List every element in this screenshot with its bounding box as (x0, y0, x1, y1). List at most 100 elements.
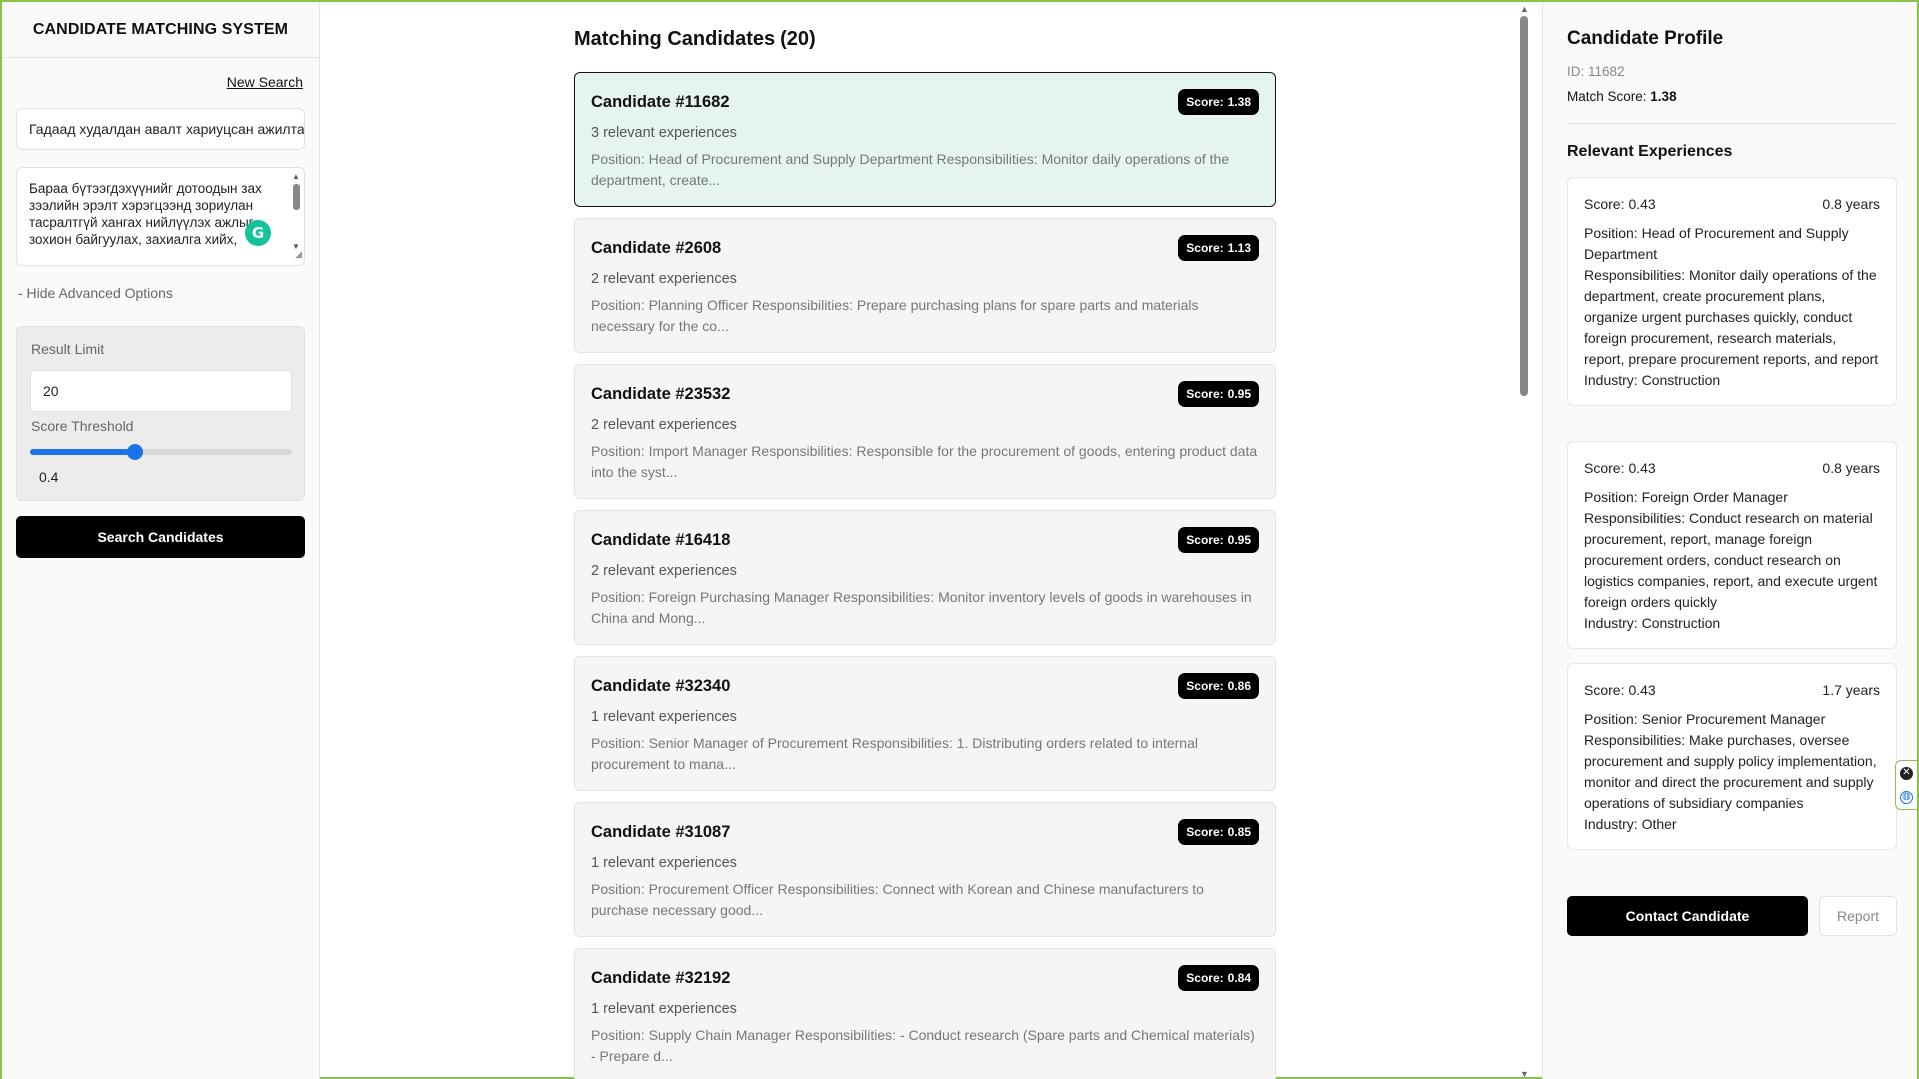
score-badge-label: Score: (1186, 971, 1224, 985)
score-badge-label: Score: (1186, 241, 1224, 255)
search-candidates-button[interactable]: Search Candidates (16, 516, 305, 558)
score-badge-value: 1.38 (1227, 95, 1251, 109)
score-badge-value: 0.85 (1227, 825, 1251, 839)
score-threshold-slider[interactable] (30, 444, 292, 460)
candidate-name: Candidate #2608 (591, 239, 722, 257)
experience-score-label: Score: (1584, 460, 1625, 476)
experience-position: Position: Senior Procurement Manager (1584, 711, 1826, 727)
match-score-label: Match Score: (1567, 89, 1647, 104)
experience-position: Position: Head of Procurement and Supply… (1584, 225, 1849, 262)
result-limit-input[interactable]: 20 (30, 370, 292, 412)
score-threshold-value: 0.4 (39, 469, 59, 485)
sidebar: CANDIDATE MATCHING SYSTEM New Search Гад… (2, 2, 320, 1079)
candidate-description: Position: Planning Officer Responsibilit… (591, 297, 1199, 334)
scroll-thumb[interactable] (1520, 16, 1528, 396)
relevant-experiences-count: 1 relevant experiences (591, 709, 737, 725)
candidate-list-area: Matching Candidates (20) Candidate #11682… (321, 2, 1531, 1079)
scroll-up-icon[interactable]: ▲ (292, 172, 300, 182)
candidate-name: Candidate #11682 (591, 93, 730, 111)
globe-icon[interactable]: ◍ (1900, 790, 1913, 804)
experience-score: Score: 0.43 (1584, 194, 1656, 215)
relevant-experiences-count: 3 relevant experiences (591, 125, 737, 141)
experience-score-value: 0.43 (1628, 682, 1656, 698)
candidate-name: Candidate #23532 (591, 385, 731, 403)
experience-card: Score: 0.43 0.8 years Position: Foreign Ord… (1567, 441, 1897, 649)
candidate-profile-panel: Candidate Profile ID: 11682 Match Score:… (1542, 2, 1917, 1079)
score-badge-label: Score: (1186, 533, 1224, 547)
candidate-name: Candidate #32340 (591, 677, 731, 695)
relevant-experiences-count: 2 relevant experiences (591, 417, 737, 433)
scroll-up-icon[interactable]: ▲ (1520, 4, 1529, 14)
hide-advanced-options-toggle[interactable]: - Hide Advanced Options (18, 285, 173, 301)
experience-industry: Industry: Construction (1584, 615, 1721, 631)
candidate-card[interactable]: Candidate #32340 Score: 0.86 1 relevant expe… (574, 656, 1276, 791)
candidate-description: Position: Senior Manager of Procurement … (591, 735, 1198, 772)
candidate-name: Candidate #16418 (591, 531, 731, 549)
score-badge-value: 0.84 (1227, 971, 1251, 985)
experience-count-suffix: relevant experiences (603, 125, 737, 141)
score-badge-label: Score: (1186, 825, 1224, 839)
page-title-text: Matching Candidates (574, 28, 776, 50)
experience-count-value: 1 (591, 709, 600, 725)
experience-count-suffix: relevant experiences (603, 1001, 737, 1017)
score-badge-label: Score: (1186, 95, 1224, 109)
main-scrollbar[interactable]: ▲ ▼ (1517, 2, 1531, 1079)
score-badge: Score: 1.13 (1178, 235, 1259, 261)
textarea-scrollbar[interactable]: ▲ ▼ (291, 172, 301, 252)
relevant-experiences-count: 1 relevant experiences (591, 1001, 737, 1017)
candidate-card[interactable]: Candidate #31087 Score: 0.85 1 relevant expe… (574, 802, 1276, 937)
report-button[interactable]: Report (1819, 896, 1897, 936)
experience-card: Score: 0.43 1.7 years Position: Senior Proc… (1567, 663, 1897, 850)
resize-handle-icon[interactable]: ◢ (295, 246, 302, 263)
new-search-link[interactable]: New Search (227, 74, 303, 90)
experience-score: Score: 0.43 (1584, 458, 1656, 479)
relevant-experiences-count: 1 relevant experiences (591, 855, 737, 871)
slider-thumb[interactable] (126, 444, 143, 460)
experience-score-value: 0.43 (1628, 196, 1656, 212)
experience-industry: Industry: Other (1584, 816, 1677, 832)
relevant-experiences-title: Relevant Experiences (1567, 143, 1733, 160)
relevant-experiences-count: 2 relevant experiences (591, 271, 737, 287)
experience-count-value: 1 (591, 855, 600, 871)
candidate-description: Position: Import Manager Responsibilitie… (591, 443, 1258, 480)
candidate-description: Position: Procurement Officer Responsibi… (591, 881, 1204, 918)
experience-position: Position: Foreign Order Manager (1584, 489, 1788, 505)
experience-count-value: 2 (591, 417, 600, 433)
grammarly-icon[interactable]: G (245, 220, 271, 246)
candidate-name: Candidate #32192 (591, 969, 731, 987)
candidate-description: Position: Foreign Purchasing Manager Res… (591, 589, 1252, 626)
candidate-description: Position: Supply Chain Manager Responsib… (591, 1027, 1255, 1064)
candidate-card[interactable]: Candidate #23532 Score: 0.95 2 relevant expe… (574, 364, 1276, 499)
score-badge-label: Score: (1186, 679, 1224, 693)
experience-years: 1.7 years (1822, 682, 1880, 698)
experience-responsibilities: Responsibilities: Conduct research on ma… (1584, 510, 1878, 610)
candidate-id: ID: 11682 (1567, 64, 1625, 79)
score-badge: Score: 0.84 (1178, 965, 1259, 991)
slider-fill (30, 449, 135, 455)
divider (1567, 123, 1897, 124)
close-icon[interactable]: ✕ (1900, 766, 1913, 780)
result-limit-label: Result Limit (31, 341, 105, 357)
candidate-card[interactable]: Candidate #32192 Score: 0.84 1 relevant expe… (574, 948, 1276, 1079)
match-score-value: 1.38 (1650, 89, 1677, 104)
candidate-card[interactable]: Candidate #2608 Score: 1.13 2 relevant exper… (574, 218, 1276, 353)
experience-count-value: 1 (591, 1001, 600, 1017)
experience-count-suffix: relevant experiences (603, 417, 737, 433)
experience-count-value: 2 (591, 271, 600, 287)
experience-years: 0.8 years (1822, 196, 1880, 212)
scroll-down-icon[interactable]: ▼ (1520, 1069, 1529, 1079)
scroll-thumb[interactable] (292, 184, 300, 210)
profile-title: Candidate Profile (1567, 28, 1724, 49)
score-badge-value: 0.95 (1227, 387, 1251, 401)
query-input[interactable]: Гадаад худалдан авалт хариуцсан ажилтан (16, 108, 305, 150)
relevant-experiences-count: 2 relevant experiences (591, 563, 737, 579)
experience-count-suffix: relevant experiences (603, 709, 737, 725)
candidate-card[interactable]: Candidate #11682 Score: 1.38 3 relevant expe… (574, 72, 1276, 207)
experience-count-suffix: relevant experiences (603, 855, 737, 871)
candidate-card[interactable]: Candidate #16418 Score: 0.95 2 relevant expe… (574, 510, 1276, 645)
candidate-name: Candidate #31087 (591, 823, 731, 841)
experience-score-label: Score: (1584, 682, 1625, 698)
contact-candidate-button[interactable]: Contact Candidate (1567, 896, 1808, 936)
description-textarea[interactable]: Бараа бүтээгдэхүүнийг дотоодын зах зээли… (16, 167, 305, 266)
score-badge: Score: 0.85 (1178, 819, 1259, 845)
